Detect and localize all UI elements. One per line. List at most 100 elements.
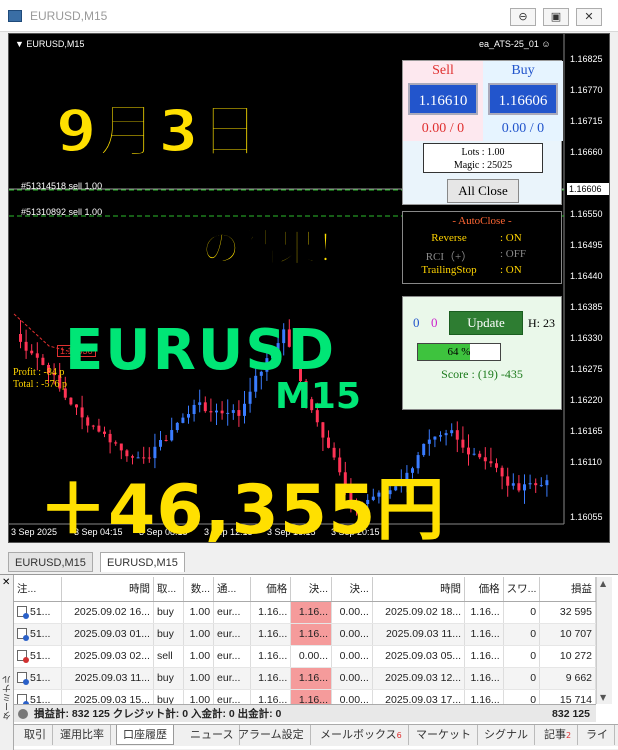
table-row[interactable]: 51... 2025.09.03 01... buy 1.00 eur... 1.16..… [14, 623, 596, 646]
table-cell-symbol: eur... [213, 601, 251, 624]
table-cell-close-time: 2025.09.03 12... [372, 667, 466, 690]
terminal-tab[interactable]: アラーム設定 [232, 725, 311, 745]
scroll-down-icon[interactable]: ▼ [600, 693, 606, 702]
scroll-up-icon[interactable]: ▲ [600, 579, 606, 588]
autoclose-value: : ON [500, 232, 522, 244]
restore-button[interactable]: ▣ [543, 8, 569, 26]
update-button[interactable]: Update [449, 311, 523, 335]
minimize-button[interactable]: ⊖ [510, 8, 536, 26]
chart-tab-1[interactable]: EURUSD,M15 [8, 552, 93, 572]
table-row[interactable]: 51... 2025.09.03 02... sell 1.00 eur... 1.16.… [14, 645, 596, 668]
terminal-tab[interactable]: マーケット [410, 725, 478, 745]
terminal-panel: ✕ ターミナル 注... 時間 取... 数... 通... 価格 決... 決... 時間 価格… [0, 574, 618, 750]
terminal-tab[interactable]: 口座履歴 [116, 725, 174, 745]
price-tick-label: 1.16825 [570, 54, 603, 64]
table-cell-open-price: 1.16... [250, 645, 292, 668]
table-cell-symbol: eur... [213, 645, 251, 668]
candle-body [489, 461, 493, 464]
lots-magic-box: Lots : 1.00 Magic : 25025 [423, 143, 543, 173]
table-cell-type: buy [153, 601, 185, 624]
table-cell-type: sell [153, 645, 185, 668]
lots-value: Lots : 1.00 [461, 147, 505, 158]
terminal-tab[interactable]: 運用比率 [54, 725, 111, 745]
candle-body [517, 483, 521, 491]
column-header[interactable]: スワ... [503, 577, 541, 602]
terminal-tabs: 取引 運用比率 口座履歴 ニュース アラーム設定 メールボックス6 マーケット シグナル 記事2… [14, 724, 618, 746]
column-header[interactable]: 数... [183, 577, 215, 602]
column-header[interactable]: 通... [213, 577, 251, 602]
candle-body [248, 391, 252, 404]
column-header[interactable]: 注... [14, 577, 62, 602]
terminal-tab[interactable]: 記事2 [538, 725, 579, 745]
terminal-tab[interactable]: 取引 [18, 725, 53, 745]
buy-button[interactable]: 1.16606 [488, 83, 558, 115]
table-row[interactable]: 51... 2025.09.02 16... buy 1.00 eur... 1.16..… [14, 601, 596, 624]
summary-text: 損益計: 832 125 クレジット計: 0 入金計: 0 出金計: 0 [34, 708, 282, 720]
candle-body [170, 430, 174, 441]
table-cell-close-time: 2025.09.03 05... [372, 645, 466, 668]
candle-body [461, 439, 465, 448]
terminal-tab-label: 取引 [24, 728, 46, 741]
candle-body [327, 437, 330, 448]
table-cell-close-time: 2025.09.02 18... [372, 601, 466, 624]
order-line-label-2: #51310892 sell 1.00 [21, 207, 103, 217]
table-cell-ticket: 51... [14, 623, 62, 646]
all-close-button[interactable]: All Close [447, 179, 519, 203]
table-cell-open-time: 2025.09.02 16... [61, 601, 154, 624]
candle-body [175, 422, 179, 431]
column-header[interactable]: 価格 [250, 577, 292, 602]
column-header[interactable]: 価格 [464, 577, 504, 602]
sell-button[interactable]: 1.16610 [408, 83, 478, 115]
candle-body [108, 433, 112, 443]
summary-total: 832 125 [552, 708, 590, 720]
table-row[interactable]: 51... 2025.09.03 11... buy 1.00 eur... 1.16..… [14, 667, 596, 690]
terminal-tab[interactable]: ライ [580, 725, 615, 745]
chart-tab-2[interactable]: EURUSD,M15 [100, 552, 185, 572]
column-header[interactable]: 決... [331, 577, 373, 602]
candle-body [243, 403, 246, 416]
ea-name-label: ea_ATS-25_01 ☺ [479, 39, 551, 49]
price-tick-label: 1.16055 [570, 512, 603, 522]
table-cell-open-price: 1.16... [250, 623, 292, 646]
column-header[interactable]: 損益 [539, 577, 596, 602]
terminal-close-icon[interactable]: ✕ [2, 577, 10, 588]
price-tick-label: 1.16330 [570, 333, 603, 343]
table-scrollbar[interactable]: ▲ ▼ [596, 577, 612, 704]
autoclose-key: TrailingStop [421, 264, 477, 276]
table-cell-profit: 10 272 [539, 645, 596, 668]
table-cell-close-time: 2025.09.03 11... [372, 623, 466, 646]
summary-row: 損益計: 832 125 クレジット計: 0 入金計: 0 出金計: 0 832… [14, 704, 596, 722]
table-cell-swap: 0 [503, 667, 541, 690]
candle-body [30, 350, 34, 354]
terminal-tab[interactable]: メールボックス6 [314, 725, 409, 745]
candle-body [24, 341, 28, 351]
pair-caption: EURUSD [65, 318, 337, 383]
price-tick-label: 1.16495 [570, 240, 603, 250]
terminal-tab-label: 口座履歴 [123, 728, 167, 741]
candle-body [215, 410, 218, 413]
column-header[interactable]: 決... [290, 577, 333, 602]
hour-label: H: 23 [528, 316, 555, 330]
total-label: Total : -576 p [13, 379, 68, 390]
terminal-tab[interactable]: シグナル [478, 725, 535, 745]
candle-body [80, 407, 84, 418]
terminal-label: ターミナル [3, 675, 13, 720]
sell-header: Sell [432, 63, 454, 78]
table-cell-sl: 1.16... [290, 623, 333, 646]
chart-symbol-label: ▼ EURUSD,M15 [15, 39, 85, 49]
score-text: Score : (19) -435 [441, 367, 523, 381]
terminal-tab-label: 運用比率 [60, 728, 104, 741]
buy-order-icon [17, 628, 29, 641]
column-header[interactable]: 時間 [372, 577, 466, 602]
tab-badge: 6 [396, 731, 402, 740]
column-header[interactable]: 時間 [61, 577, 154, 602]
table-cell-ticket: 51... [14, 645, 62, 668]
table-cell-symbol: eur... [213, 667, 251, 690]
candle-body [427, 439, 431, 444]
date-caption: 9月3日 [55, 96, 261, 166]
column-header[interactable]: 取... [153, 577, 185, 602]
price-tick-label: 1.16220 [570, 395, 603, 405]
table-cell-open-price: 1.16... [250, 667, 292, 690]
price-tick-label: 1.16110 [570, 457, 602, 467]
close-button[interactable]: ✕ [576, 8, 602, 26]
